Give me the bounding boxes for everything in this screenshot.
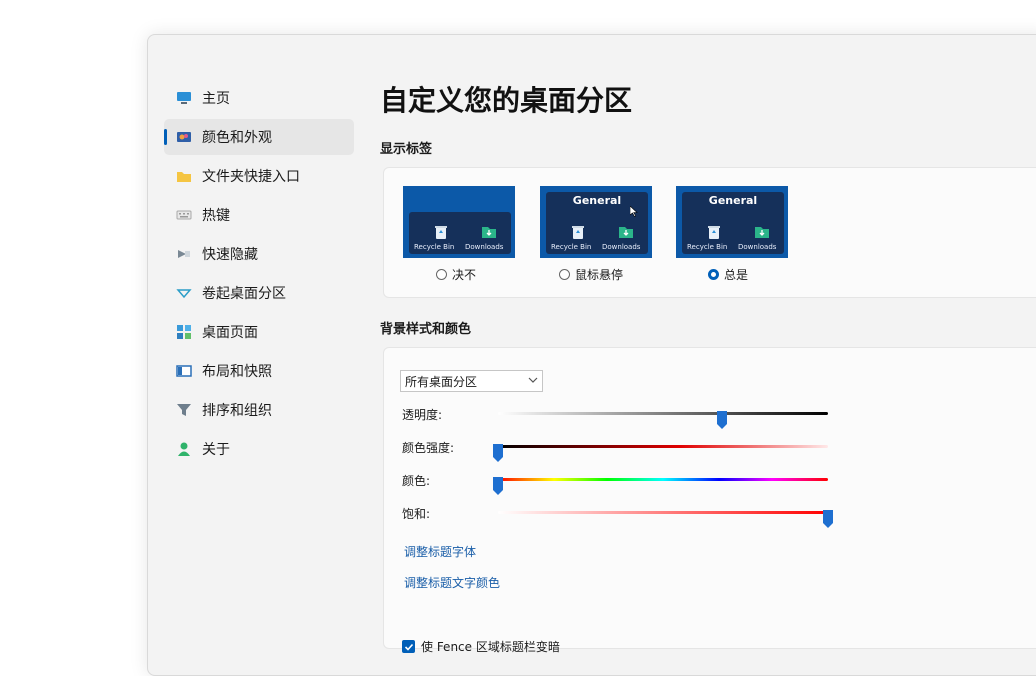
slider-label: 透明度: [402, 408, 443, 422]
slider-hue[interactable]: 颜色: [402, 470, 832, 495]
slider-label: 饱和: [402, 507, 431, 521]
slider-thumb[interactable] [717, 411, 728, 429]
radio-button[interactable] [436, 269, 447, 280]
downloads-folder-icon [618, 224, 634, 240]
radio-label: 总是 [724, 268, 749, 282]
sidebar-item-label: 关于 [202, 442, 230, 458]
sidebar-item-label: 热键 [202, 208, 230, 224]
folder-icon [175, 167, 193, 185]
sidebar-item-color-appearance[interactable]: 颜色和外观 [164, 119, 354, 155]
filter-icon [175, 401, 193, 419]
rollup-icon [175, 284, 193, 302]
layout-icon [175, 362, 193, 380]
preview-caption: Downloads [602, 243, 641, 251]
downloads-folder-icon [481, 224, 497, 240]
preview-panel: General Recycle Bin Downloads [682, 192, 784, 254]
slider-track[interactable] [498, 411, 828, 429]
radio-label: 鼠标悬停 [575, 268, 624, 282]
slider-thumb[interactable] [823, 510, 833, 528]
keyboard-icon [175, 206, 193, 224]
adjust-title-font-link[interactable]: 调整标题字体 [404, 543, 476, 560]
preview-panel: Recycle Bin Downloads [409, 212, 511, 254]
sidebar-item-about[interactable]: 关于 [164, 431, 354, 467]
radio-hover[interactable]: 鼠标悬停 [559, 266, 623, 283]
preview-caption: Downloads [465, 243, 504, 251]
hide-icon [175, 245, 193, 263]
radio-label: 决不 [452, 268, 477, 282]
preview-caption: Recycle Bin [687, 243, 728, 251]
sidebar-item-layout-snapshots[interactable]: 布局和快照 [164, 353, 354, 389]
desktop-pages-icon [175, 323, 193, 341]
sidebar-item-label: 主页 [202, 91, 230, 107]
sidebar-item-folder-shortcuts[interactable]: 文件夹快捷入口 [164, 158, 354, 194]
preview-caption: Downloads [738, 243, 777, 251]
slider-track[interactable] [498, 510, 833, 528]
slider-label: 颜色: [402, 474, 431, 488]
preview-always[interactable]: General Recycle Bin Downloads [676, 186, 788, 258]
slider-label: 颜色强度: [402, 441, 455, 455]
sidebar-item-label: 文件夹快捷入口 [202, 169, 300, 185]
sidebar-nav: 主页 颜色和外观 文件夹快捷入口 热键 快速隐藏 卷起桌面分区 桌面页面 布局和… [164, 80, 354, 470]
sidebar-item-label: 卷起桌面分区 [202, 286, 286, 302]
downloads-folder-icon [754, 224, 770, 240]
chevron-down-icon [528, 374, 538, 388]
recycle-bin-icon [570, 224, 586, 240]
radio-never[interactable]: 决不 [436, 266, 476, 283]
sidebar-item-home[interactable]: 主页 [164, 80, 354, 116]
background-settings-card: 所有桌面分区 透明度: 颜色强度: 颜色: 饱和: 调整标题字体 调整标题文字颜… [383, 347, 1036, 654]
mouse-cursor-icon [629, 202, 638, 221]
section-title-background: 背景样式和颜色 [380, 322, 472, 337]
preview-caption: Recycle Bin [551, 243, 592, 251]
preview-header: General [708, 194, 758, 207]
slider-thumb[interactable] [493, 477, 503, 495]
palette-icon [175, 128, 193, 146]
page-title: 自定义您的桌面分区 [380, 84, 633, 117]
sidebar-item-label: 排序和组织 [202, 403, 272, 419]
sidebar-item-label: 桌面页面 [202, 325, 258, 341]
slider-saturation[interactable]: 饱和: [402, 503, 833, 528]
slider-thumb[interactable] [493, 444, 503, 462]
preview-never[interactable]: Recycle Bin Downloads [403, 186, 515, 258]
radio-button[interactable] [559, 269, 570, 280]
recycle-bin-icon [706, 224, 722, 240]
sidebar-item-label: 快速隐藏 [202, 247, 258, 263]
label-options-card: Recycle Bin Downloads 决不 General Recycle… [383, 167, 1036, 298]
sidebar-item-sort-organize[interactable]: 排序和组织 [164, 392, 354, 428]
slider-track[interactable] [493, 477, 828, 495]
sidebar-item-hotkeys[interactable]: 热键 [164, 197, 354, 233]
slider-track[interactable] [493, 444, 828, 462]
sidebar-item-desktop-pages[interactable]: 桌面页面 [164, 314, 354, 350]
person-icon [175, 440, 193, 458]
slider-transparency[interactable]: 透明度: [402, 404, 832, 429]
preview-caption: Recycle Bin [414, 243, 455, 251]
fence-scope-dropdown[interactable]: 所有桌面分区 [400, 370, 543, 392]
sidebar-item-quick-hide[interactable]: 快速隐藏 [164, 236, 354, 272]
recycle-bin-icon [433, 224, 449, 240]
section-title-show-labels: 显示标签 [380, 142, 433, 157]
sidebar-item-label: 颜色和外观 [202, 130, 272, 146]
monitor-icon [175, 89, 193, 107]
slider-color-intensity[interactable]: 颜色强度: [402, 437, 832, 462]
sidebar-item-rollup[interactable]: 卷起桌面分区 [164, 275, 354, 311]
radio-button[interactable] [708, 269, 719, 280]
preview-hover[interactable]: General Recycle Bin Downloads [540, 186, 652, 258]
dropdown-value: 所有桌面分区 [405, 374, 478, 389]
sidebar-item-label: 布局和快照 [202, 364, 272, 380]
settings-window: 主页 颜色和外观 文件夹快捷入口 热键 快速隐藏 卷起桌面分区 桌面页面 布局和… [147, 34, 1036, 676]
adjust-title-text-color-link[interactable]: 调整标题文字颜色 [404, 574, 500, 591]
radio-always[interactable]: 总是 [708, 266, 748, 283]
